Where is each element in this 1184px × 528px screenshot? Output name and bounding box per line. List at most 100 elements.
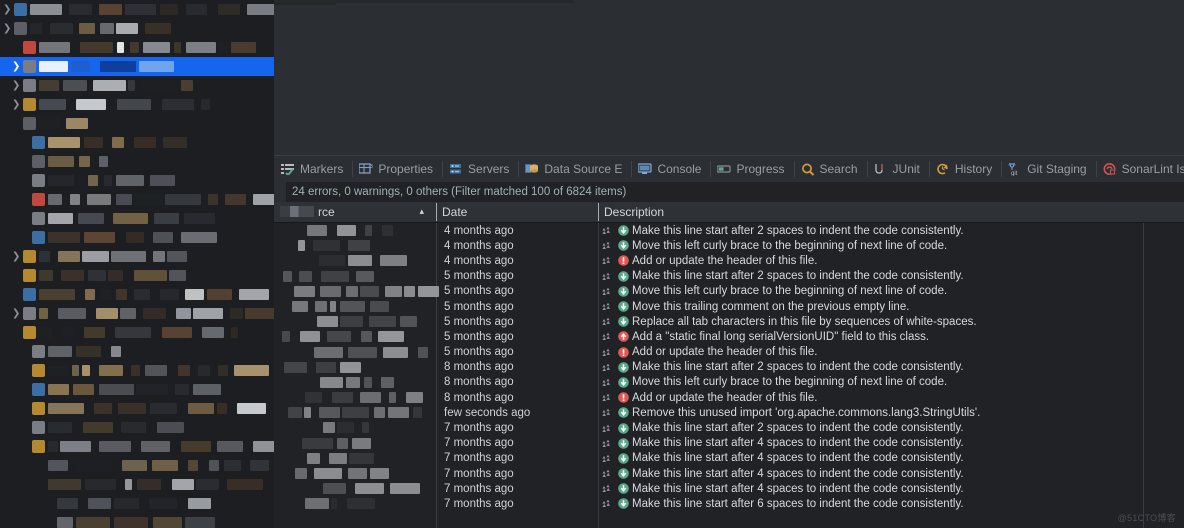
tree-row[interactable] [0,494,274,513]
tab-console[interactable]: Console [631,156,710,182]
editor-area[interactable] [274,0,1184,155]
tree-row[interactable] [0,152,274,171]
column-header-description[interactable]: Description [598,202,1184,222]
column-header-date[interactable]: Date [436,202,598,222]
tree-row[interactable] [0,380,274,399]
cell-description: Replace all tab characters in this file … [598,316,1184,328]
sort-ascending-icon[interactable]: ▴ [419,206,424,217]
cell-resource-censored[interactable] [274,481,436,496]
sonarlint-issue-type-icon [602,225,615,236]
censor-block [134,289,150,300]
tree-row[interactable] [0,114,274,133]
tree-row[interactable] [0,171,274,190]
sonarlint-issue-type-icon [602,301,615,312]
table-row[interactable]: 4 months ago Add or update the header of … [274,253,1184,268]
cell-resource-censored[interactable] [274,436,436,451]
censor-block [85,479,116,490]
tree-row[interactable] [0,361,274,380]
tree-row[interactable]: ❯ [0,95,274,114]
sonarlint-report-table[interactable]: rce ▴ Date Description 4 months ago Make … [274,202,1184,528]
tree-row[interactable]: ❯ [0,19,274,38]
tab-junit[interactable]: JUnit [866,156,929,182]
tree-row[interactable] [0,475,274,494]
tab-sonarlint-iss[interactable]: SonarLint Iss [1095,156,1184,182]
tree-row[interactable] [0,456,274,475]
tree-row[interactable] [0,133,274,152]
tree-row[interactable] [0,190,274,209]
tree-expand-arrow-icon[interactable]: ❯ [12,304,20,323]
table-row[interactable]: 4 months ago Make this line start after 2… [274,223,1184,238]
tree-row[interactable] [0,228,274,247]
cell-resource-censored[interactable] [274,375,436,390]
cell-resource-censored[interactable] [274,329,436,344]
table-row[interactable]: few seconds ago Remove this unused import… [274,405,1184,420]
tree-row[interactable]: ❯ [0,304,274,323]
tree-expand-arrow-icon[interactable]: ❯ [12,76,20,95]
tree-expand-arrow-icon[interactable]: ❯ [12,95,20,114]
table-row[interactable]: 8 months ago Move this left curly brace t… [274,375,1184,390]
tab-search[interactable]: Search [793,156,867,182]
tab-properties[interactable]: 3 Properties [352,156,442,182]
table-row[interactable]: 7 months ago Make this line start after 4… [274,451,1184,466]
tree-row[interactable] [0,38,274,57]
tree-expand-arrow-icon[interactable]: ❯ [3,19,11,38]
table-row[interactable]: 7 months ago Make this line start after 2… [274,420,1184,435]
cell-resource-censored[interactable] [274,420,436,435]
tree-row[interactable] [0,209,274,228]
tree-row[interactable] [0,342,274,361]
tree-expand-arrow-icon[interactable]: ❯ [3,0,11,19]
cell-resource-censored[interactable] [274,238,436,253]
tree-expand-arrow-icon[interactable]: ❯ [12,247,20,266]
tree-expand-arrow-icon[interactable]: ❯ [12,57,20,76]
tree-row[interactable]: ❯ [0,0,274,19]
tab-progress[interactable]: Progress [710,156,793,182]
table-row[interactable]: 7 months ago Make this line start after 4… [274,481,1184,496]
tree-row[interactable]: ❯ [0,57,274,76]
table-row[interactable]: 7 months ago Make this line start after 4… [274,466,1184,481]
view-tab-bar[interactable]: Markers 3 Properties Servers Data Source E Co… [274,155,1184,182]
cell-resource-censored[interactable] [274,451,436,466]
tree-row[interactable]: ❯ [0,76,274,95]
package-explorer-tree[interactable]: ❯ ❯ ❯ ❯ ❯ ❯ ❯ [0,0,274,528]
cell-resource-censored[interactable] [274,345,436,360]
table-row[interactable]: 5 months ago Make this line start after 2… [274,269,1184,284]
tab-markers[interactable]: Markers [274,156,352,182]
table-row[interactable]: 5 months ago Add or update the header of … [274,345,1184,360]
table-row[interactable]: 8 months ago Make this line start after 2… [274,360,1184,375]
cell-resource-censored[interactable] [274,284,439,299]
cell-resource-censored[interactable] [274,253,436,268]
severity-minor-icon [618,377,629,388]
tree-row[interactable]: ❯ [0,247,274,266]
table-row[interactable]: 7 months ago Make this line start after 6… [274,496,1184,511]
cell-resource-censored[interactable] [274,390,436,405]
tree-row[interactable] [0,399,274,418]
tree-row[interactable] [0,285,274,304]
cell-resource-censored[interactable] [274,314,436,329]
table-body[interactable]: 4 months ago Make this line start after 2… [274,223,1184,528]
column-header-resource[interactable]: rce ▴ [274,202,436,222]
package-explorer[interactable]: ❯ ❯ ❯ ❯ ❯ ❯ ❯ [0,0,274,528]
cell-resource-censored[interactable] [274,223,436,238]
cell-resource-censored[interactable] [274,405,436,420]
tab-data-source-e[interactable]: Data Source E [518,156,631,182]
table-row[interactable]: 5 months ago Move this left curly brace t… [274,284,1184,299]
table-row[interactable]: 8 months ago Add or update the header of … [274,390,1184,405]
tab-git-staging[interactable]: git Git Staging [1001,156,1095,182]
tree-row[interactable] [0,513,274,528]
cell-resource-censored[interactable] [274,269,436,284]
cell-resource-censored[interactable] [274,466,436,481]
cell-resource-censored[interactable] [274,360,436,375]
tree-row[interactable] [0,418,274,437]
table-row[interactable]: 5 months ago Replace all tab characters i… [274,314,1184,329]
tree-row[interactable] [0,323,274,342]
cell-resource-censored[interactable] [274,496,436,511]
table-row[interactable]: 5 months ago Move this trailing comment o… [274,299,1184,314]
tab-servers[interactable]: Servers [442,156,518,182]
table-row[interactable]: 5 months ago Add a "static final long ser… [274,329,1184,344]
table-row[interactable]: 7 months ago Make this line start after 4… [274,436,1184,451]
tab-history[interactable]: History [928,156,1001,182]
tree-row[interactable] [0,266,274,285]
tree-row[interactable] [0,437,274,456]
table-row[interactable]: 4 months ago Move this left curly brace t… [274,238,1184,253]
cell-resource-censored[interactable] [274,299,436,314]
